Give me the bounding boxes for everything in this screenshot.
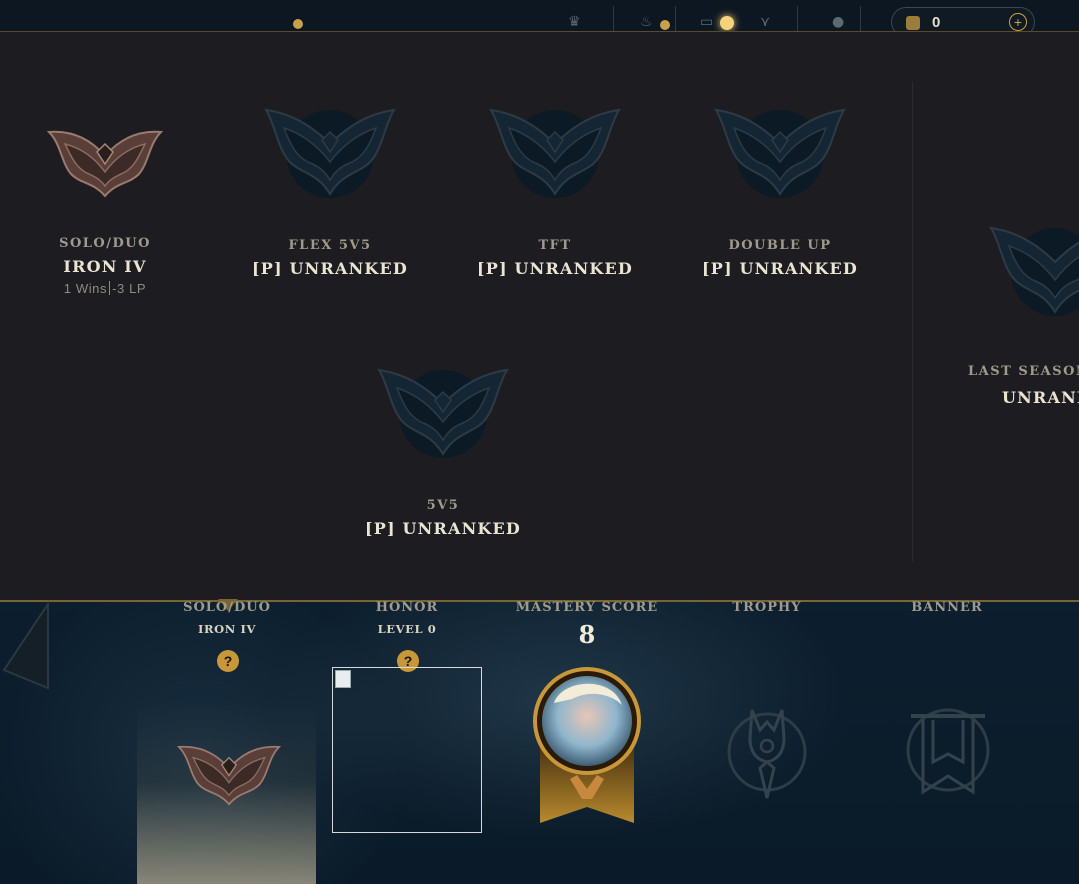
unranked-emblem-icon [377,368,509,458]
trophy-icon[interactable] [722,702,812,802]
fire-icon[interactable]: ♨ [640,14,653,30]
queue-name: DOUBLE UP [728,238,832,253]
honor-image[interactable] [332,667,482,833]
wins-count: 1 Wins [63,281,108,296]
person-icon[interactable]: ● [832,14,844,30]
queue-rank: [P] UNRANKED [701,259,859,278]
crown-icon[interactable]: ♛ [568,14,581,30]
iron-emblem-icon [46,130,164,198]
previous-arrow-icon[interactable] [0,600,50,692]
coin-icon [906,16,920,30]
glowing-orb-icon[interactable] [720,16,734,30]
honor-label: HONOR [375,600,439,615]
queue-double-up[interactable]: DOUBLE UP [P] UNRANKED [690,104,870,278]
mastery-score-value: 8 [578,620,596,649]
wing-icon[interactable]: ⋎ [760,14,770,30]
trophy-label: TROPHY [732,600,802,615]
unranked-emblem-icon [489,108,621,198]
queue-flex-5v5[interactable]: FLEX 5V5 [P] UNRANKED [240,104,420,278]
bag-icon[interactable]: ▭ [700,14,713,30]
queue-tft[interactable]: TFT [P] UNRANKED [465,104,645,278]
panel-divider [912,82,913,562]
unranked-emblem-icon [714,108,846,198]
solo-help-icon[interactable]: ? [217,650,239,672]
nav-separator [675,6,676,32]
banner-icon[interactable] [903,706,993,802]
queue-rank: [P] UNRANKED [251,259,409,278]
ranked-panel: SOLO/DUO IRON IV 1 Wins -3 LP FLEX 5V5 [P… [0,31,1079,602]
mastery-score-label: MASTERY SCORE [515,600,659,615]
queue-name: TFT [538,238,572,253]
stat-separator [109,281,111,295]
nav-separator [613,6,614,32]
lp-value: -3 LP [112,281,147,296]
iron-emblem-icon [176,745,282,806]
queue-name: SOLO/DUO [59,236,151,251]
last-season-rank: UNRANK [1002,388,1079,407]
nav-indicator-icon [293,19,303,29]
last-season-label: LAST SEASON [968,364,1079,379]
queue-5v5[interactable]: 5V5 [P] UNRANKED [353,364,533,538]
nav-separator [797,6,798,32]
unranked-emblem-icon [264,108,396,198]
nav-separator [860,6,861,32]
solo-duo-label: SOLO/DUO [183,600,271,615]
queue-rank: [P] UNRANKED [476,259,634,278]
gold-dot-icon [660,20,670,30]
champion-mastery-icon[interactable] [532,665,642,825]
solo-duo-rank: IRON IV [198,622,256,636]
queue-rank: IRON IV [63,257,147,276]
banner-label: BANNER [911,600,983,615]
add-currency-button[interactable]: + [1009,13,1027,31]
unranked-emblem-icon [989,226,1079,316]
queue-solo-duo[interactable]: SOLO/DUO IRON IV 1 Wins -3 LP [15,122,195,296]
top-nav-bar: ♛ ♨ ▭ ⋎ ● 0 + [0,0,1079,37]
broken-image-icon [335,670,351,688]
currency-amount: 0 [932,14,941,31]
queue-stats: 1 Wins -3 LP [15,281,195,296]
last-season-section: LAST SEASON UNRANK [960,222,1079,422]
queue-rank: [P] UNRANKED [364,519,522,538]
queue-name: 5V5 [426,498,460,513]
queue-name: FLEX 5V5 [288,238,372,253]
honor-level: LEVEL 0 [377,622,437,636]
